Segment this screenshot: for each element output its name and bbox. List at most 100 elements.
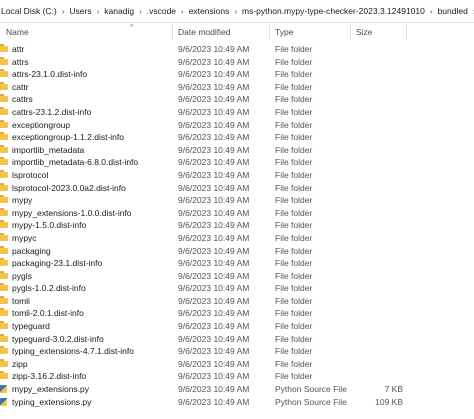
file-type: File folder xyxy=(275,56,313,67)
file-row[interactable]: cattrs 9/6/2023 10:49 AM File folder xyxy=(0,93,474,106)
breadcrumb-item[interactable]: ms-python.mypy-type-checker-2023.3.12491… xyxy=(241,6,426,16)
file-type: File folder xyxy=(275,195,313,206)
file-type: Python Source File xyxy=(275,384,347,395)
folder-icon xyxy=(0,308,8,317)
folder-icon xyxy=(0,245,8,254)
folder-icon xyxy=(0,321,8,330)
file-size: 109 KB xyxy=(375,396,403,407)
chevron-right-icon: › xyxy=(469,7,474,16)
folder-icon xyxy=(0,44,8,52)
file-type: File folder xyxy=(275,308,313,319)
file-type: File folder xyxy=(275,283,313,294)
folder-icon xyxy=(0,132,8,141)
file-type: File folder xyxy=(275,119,313,130)
file-row[interactable]: zipp 9/6/2023 10:49 AM File folder xyxy=(0,358,474,371)
file-row[interactable]: cattr 9/6/2023 10:49 AM File folder xyxy=(0,81,474,94)
breadcrumb-item[interactable]: Users xyxy=(68,6,92,16)
column-header-date[interactable]: Date modified xyxy=(178,27,230,37)
file-date-modified: 9/6/2023 10:49 AM xyxy=(178,371,250,382)
file-row[interactable]: attr 9/6/2023 10:49 AM File folder xyxy=(0,43,474,56)
column-header-name[interactable]: Name xyxy=(6,27,29,37)
chevron-right-icon: › xyxy=(234,6,238,16)
file-row[interactable]: lsprotocol 9/6/2023 10:49 AM File folder xyxy=(0,169,474,182)
file-date-modified: 9/6/2023 10:49 AM xyxy=(178,220,250,231)
column-divider[interactable] xyxy=(406,24,407,40)
file-row[interactable]: tomli 9/6/2023 10:49 AM File folder xyxy=(0,295,474,308)
file-size: 7 KB xyxy=(384,384,403,395)
file-name: mypyc xyxy=(12,232,37,243)
file-name: cattr xyxy=(12,81,29,92)
file-row[interactable]: zipp-3.16.2.dist-info 9/6/2023 10:49 AM Fi… xyxy=(0,370,474,383)
file-date-modified: 9/6/2023 10:49 AM xyxy=(178,384,250,395)
file-row[interactable]: exceptiongroup 9/6/2023 10:49 AM File fold… xyxy=(0,119,474,132)
file-type: File folder xyxy=(275,81,313,92)
file-row[interactable]: attrs 9/6/2023 10:49 AM File folder xyxy=(0,56,474,69)
file-date-modified: 9/6/2023 10:49 AM xyxy=(178,232,250,243)
folder-icon xyxy=(0,270,8,279)
file-type: File folder xyxy=(275,258,313,269)
file-name: cattrs-23.1.2.dist-info xyxy=(12,106,92,117)
file-type: File folder xyxy=(275,220,313,231)
file-row[interactable]: mypy_extensions-1.0.0.dist-info 9/6/2023 … xyxy=(0,207,474,220)
file-date-modified: 9/6/2023 10:49 AM xyxy=(178,144,250,155)
file-type: File folder xyxy=(275,358,313,369)
file-row[interactable]: exceptiongroup-1.1.2.dist-info 9/6/2023 1… xyxy=(0,131,474,144)
folder-icon xyxy=(0,182,8,191)
breadcrumb-item[interactable]: extensions xyxy=(188,6,231,16)
file-row[interactable]: lsprotocol-2023.0.0a2.dist-info 9/6/2023 … xyxy=(0,182,474,195)
column-header-type[interactable]: Type xyxy=(275,27,293,37)
file-name: pygls xyxy=(12,270,32,281)
column-header-size[interactable]: Size xyxy=(356,27,373,37)
file-type: File folder xyxy=(275,321,313,332)
breadcrumb-item[interactable]: kanadig xyxy=(103,6,135,16)
file-type: File folder xyxy=(275,144,313,155)
file-name: typing_extensions.py xyxy=(12,396,92,407)
column-divider[interactable] xyxy=(172,24,173,40)
file-row[interactable]: attrs-23.1.0.dist-info 9/6/2023 10:49 AM F… xyxy=(0,68,474,81)
chevron-right-icon: › xyxy=(181,6,184,16)
file-row[interactable]: cattrs-23.1.2.dist-info 9/6/2023 10:49 AM… xyxy=(0,106,474,119)
file-row[interactable]: tomli-2.0.1.dist-info 9/6/2023 10:49 AM Fi… xyxy=(0,307,474,320)
file-date-modified: 9/6/2023 10:49 AM xyxy=(178,258,250,269)
column-divider[interactable] xyxy=(269,24,270,40)
file-row[interactable]: mypy-1.5.0.dist-info 9/6/2023 10:49 AM Fil… xyxy=(0,219,474,232)
file-date-modified: 9/6/2023 10:49 AM xyxy=(178,270,250,281)
file-name: cattrs xyxy=(12,94,33,105)
file-row[interactable]: pygls-1.0.2.dist-info 9/6/2023 10:49 AM Fi… xyxy=(0,282,474,295)
file-date-modified: 9/6/2023 10:49 AM xyxy=(178,295,250,306)
file-row[interactable]: mypyc 9/6/2023 10:49 AM File folder xyxy=(0,232,474,245)
breadcrumb-item[interactable]: bundled xyxy=(437,6,469,16)
file-name: attrs xyxy=(12,56,29,67)
file-type: File folder xyxy=(275,232,313,243)
breadcrumb-item[interactable]: .vscode xyxy=(146,6,177,16)
file-row[interactable]: typing_extensions.py 9/6/2023 10:49 AM Pyt… xyxy=(0,396,474,409)
folder-icon xyxy=(0,144,8,153)
file-row[interactable]: pygls 9/6/2023 10:49 AM File folder xyxy=(0,270,474,283)
file-row[interactable]: importlib_metadata 9/6/2023 10:49 AM File … xyxy=(0,144,474,157)
file-name: pygls-1.0.2.dist-info xyxy=(12,283,86,294)
file-row[interactable]: importlib_metadata-6.8.0.dist-info 9/6/20… xyxy=(0,156,474,169)
file-row[interactable]: mypy 9/6/2023 10:49 AM File folder xyxy=(0,194,474,207)
file-date-modified: 9/6/2023 10:49 AM xyxy=(178,56,250,67)
file-row[interactable]: packaging-23.1.dist-info 9/6/2023 10:49 A… xyxy=(0,257,474,270)
file-name: exceptiongroup xyxy=(12,119,71,130)
file-name: typing_extensions-4.7.1.dist-info xyxy=(12,346,134,357)
breadcrumb-item[interactable]: Local Disk (C:) xyxy=(0,6,58,16)
file-row[interactable]: packaging 9/6/2023 10:49 AM File folder xyxy=(0,245,474,258)
file-name: mypy-1.5.0.dist-info xyxy=(12,220,87,231)
file-name: attrs-23.1.0.dist-info xyxy=(12,69,88,80)
folder-icon xyxy=(0,157,8,166)
file-name: tomli-2.0.1.dist-info xyxy=(12,308,84,319)
breadcrumb[interactable]: Local Disk (C:) › Users › kanadig › .vsc… xyxy=(0,0,474,23)
file-row[interactable]: mypy_extensions.py 9/6/2023 10:49 AM Pytho… xyxy=(0,383,474,396)
file-date-modified: 9/6/2023 10:49 AM xyxy=(178,396,250,407)
file-name: mypy_extensions-1.0.0.dist-info xyxy=(12,207,132,218)
file-row[interactable]: typing_extensions-4.7.1.dist-info 9/6/202… xyxy=(0,345,474,358)
folder-icon xyxy=(0,94,8,103)
file-row[interactable]: typeguard 9/6/2023 10:49 AM File folder xyxy=(0,320,474,333)
file-type: Python Source File xyxy=(275,396,347,407)
column-divider[interactable] xyxy=(350,24,351,40)
file-name: mypy xyxy=(12,195,33,206)
file-row[interactable]: typeguard-3.0.2.dist-info 9/6/2023 10:49 … xyxy=(0,333,474,346)
file-date-modified: 9/6/2023 10:49 AM xyxy=(178,358,250,369)
